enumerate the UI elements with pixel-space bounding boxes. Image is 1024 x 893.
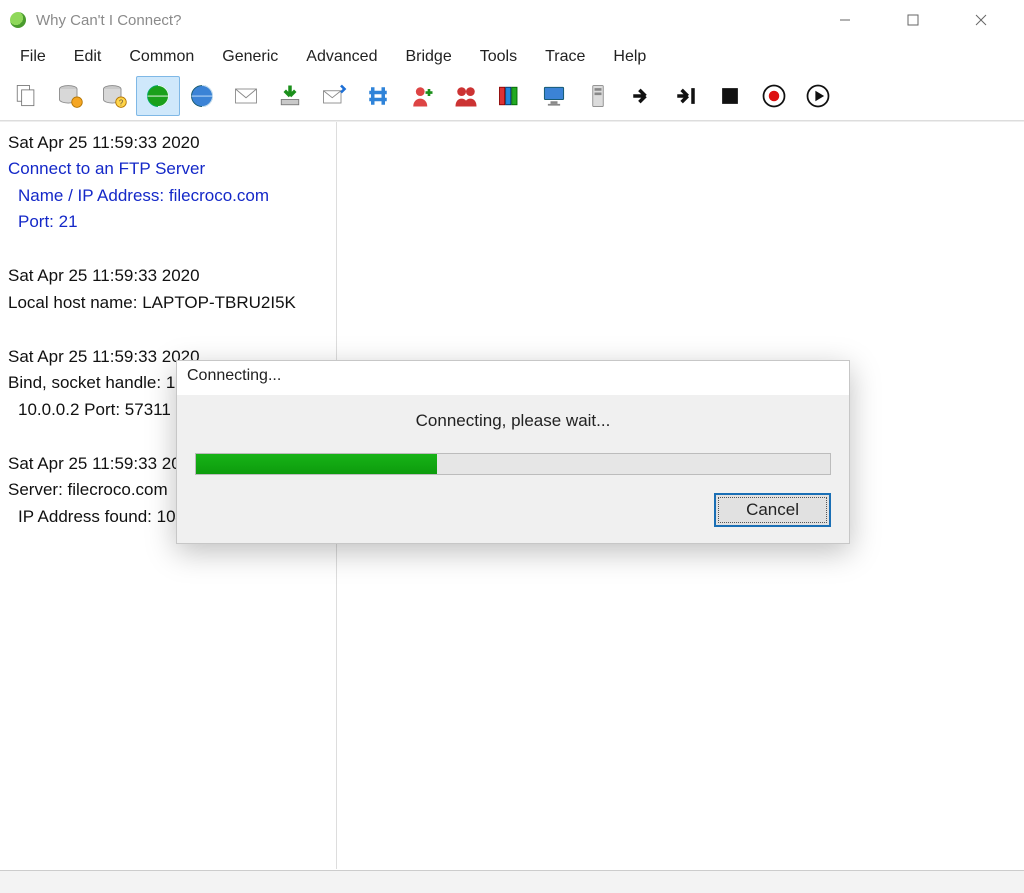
play-circle-icon[interactable]	[796, 76, 840, 116]
log-line: Name / IP Address: filecroco.com	[8, 183, 328, 209]
menu-common[interactable]: Common	[115, 44, 208, 70]
minimize-button[interactable]	[822, 4, 868, 36]
dialog-body: Connecting, please wait... Cancel	[177, 395, 849, 543]
menu-bridge[interactable]: Bridge	[391, 44, 465, 70]
menu-help[interactable]: Help	[599, 44, 660, 70]
progress-bar	[195, 453, 831, 475]
progress-fill	[196, 454, 437, 474]
menu-trace[interactable]: Trace	[531, 44, 599, 70]
log-timestamp: Sat Apr 25 11:59:33 2020	[8, 130, 328, 156]
menu-generic[interactable]: Generic	[208, 44, 292, 70]
log-line: Local host name: LAPTOP-TBRU2I5K	[8, 290, 328, 316]
dialog-title: Connecting...	[177, 361, 849, 395]
titlebar: Why Can't I Connect?	[0, 0, 1024, 40]
download-icon[interactable]	[268, 76, 312, 116]
server-icon[interactable]	[576, 76, 620, 116]
menu-tools[interactable]: Tools	[466, 44, 531, 70]
db-query-icon[interactable]	[48, 76, 92, 116]
monitor-icon[interactable]	[532, 76, 576, 116]
log-line: Connect to an FTP Server	[8, 156, 328, 182]
arrow-right-icon[interactable]	[620, 76, 664, 116]
log-block-1: Sat Apr 25 11:59:33 2020 Connect to an F…	[8, 130, 328, 235]
window-title: Why Can't I Connect?	[36, 12, 181, 29]
maximize-button[interactable]	[890, 4, 936, 36]
stop-icon[interactable]	[708, 76, 752, 116]
window-controls	[822, 4, 1014, 36]
copy-icon[interactable]	[4, 76, 48, 116]
books-icon[interactable]	[488, 76, 532, 116]
log-line: Port: 21	[8, 209, 328, 235]
connecting-dialog: Connecting... Connecting, please wait...…	[176, 360, 850, 544]
svg-text:?: ?	[119, 99, 124, 108]
globe-refresh-icon[interactable]	[136, 76, 180, 116]
log-timestamp: Sat Apr 25 11:59:33 2020	[8, 263, 328, 289]
arrow-end-icon[interactable]	[664, 76, 708, 116]
app-icon	[10, 12, 26, 28]
toolbar: ?	[0, 74, 1024, 121]
close-button[interactable]	[958, 4, 1004, 36]
db-help-icon[interactable]: ?	[92, 76, 136, 116]
menubar: File Edit Common Generic Advanced Bridge…	[0, 40, 1024, 74]
log-block-2: Sat Apr 25 11:59:33 2020 Local host name…	[8, 263, 328, 316]
hash-icon[interactable]	[356, 76, 400, 116]
menu-file[interactable]: File	[6, 44, 60, 70]
add-user-icon[interactable]	[400, 76, 444, 116]
menu-advanced[interactable]: Advanced	[292, 44, 391, 70]
mail-send-icon[interactable]	[312, 76, 356, 116]
menu-edit[interactable]: Edit	[60, 44, 116, 70]
statusbar	[0, 870, 1024, 893]
mail-icon[interactable]	[224, 76, 268, 116]
dialog-message: Connecting, please wait...	[195, 411, 831, 431]
record-icon[interactable]	[752, 76, 796, 116]
cancel-button[interactable]: Cancel	[714, 493, 831, 527]
globe-arrow-icon[interactable]	[180, 76, 224, 116]
users-icon[interactable]	[444, 76, 488, 116]
